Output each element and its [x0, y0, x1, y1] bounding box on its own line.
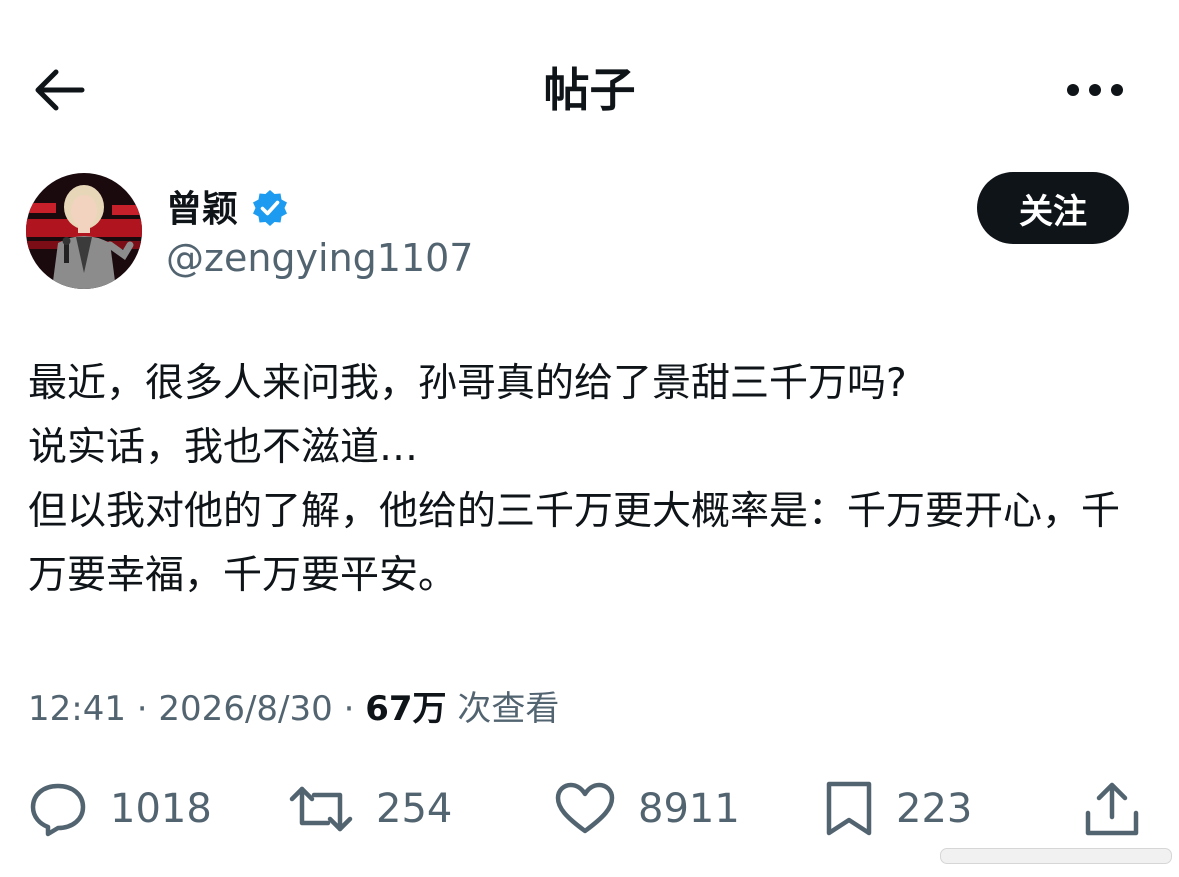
bookmark-button[interactable]: 223: [824, 776, 972, 842]
scroll-indicator: [940, 848, 1172, 864]
heart-icon: [555, 782, 615, 834]
views-label: 次查看: [457, 689, 560, 729]
author-row: 曾颖 @zengying1107 关注: [0, 170, 1179, 300]
views-count: 67万: [365, 689, 447, 729]
arrow-left-icon: [35, 69, 85, 111]
share-button[interactable]: [1082, 776, 1142, 842]
post-line: 但以我对他的了解，他给的三千万更大概率是：千万要开心，千万要幸福，千万要平安。: [28, 489, 1121, 598]
avatar[interactable]: [26, 173, 142, 289]
like-count: 8911: [638, 786, 740, 832]
share-icon: [1085, 782, 1139, 836]
reply-count: 1018: [110, 786, 212, 832]
page-title: 帖子: [543, 63, 636, 117]
top-bar: 帖子: [0, 40, 1179, 140]
follow-button[interactable]: 关注: [977, 172, 1129, 244]
post-time[interactable]: 12:41: [28, 689, 126, 729]
post-actions: 1018 254 8911 223: [0, 776, 1179, 842]
repost-button[interactable]: 254: [288, 776, 452, 842]
back-button[interactable]: [28, 62, 90, 118]
user-handle[interactable]: @zengying1107: [166, 234, 474, 282]
post-date[interactable]: 2026/8/30: [158, 689, 332, 729]
more-horizontal-icon: [1067, 84, 1123, 96]
post-line: 最近，很多人来问我，孙哥真的给了景甜三千万吗?: [28, 361, 907, 406]
more-options-button[interactable]: [1060, 68, 1130, 112]
meta-separator: ·: [136, 689, 159, 729]
avatar-image: [26, 173, 142, 289]
reply-button[interactable]: 1018: [28, 776, 212, 842]
repost-count: 254: [376, 786, 453, 832]
post-meta: 12:41 · 2026/8/30 · 67万 次查看: [28, 686, 559, 732]
bookmark-icon: [826, 781, 872, 836]
repost-icon: [289, 786, 353, 832]
like-button[interactable]: 8911: [554, 776, 740, 842]
reply-icon: [30, 783, 86, 837]
bookmark-count: 223: [896, 786, 973, 832]
meta-separator: ·: [343, 689, 366, 729]
verified-badge-icon: [253, 190, 287, 226]
post-text: 最近，很多人来问我，孙哥真的给了景甜三千万吗? 说实话，我也不滋道… 但以我对他…: [28, 352, 1158, 608]
post-line: 说实话，我也不滋道…: [28, 425, 419, 470]
display-name[interactable]: 曾颖: [166, 188, 238, 232]
